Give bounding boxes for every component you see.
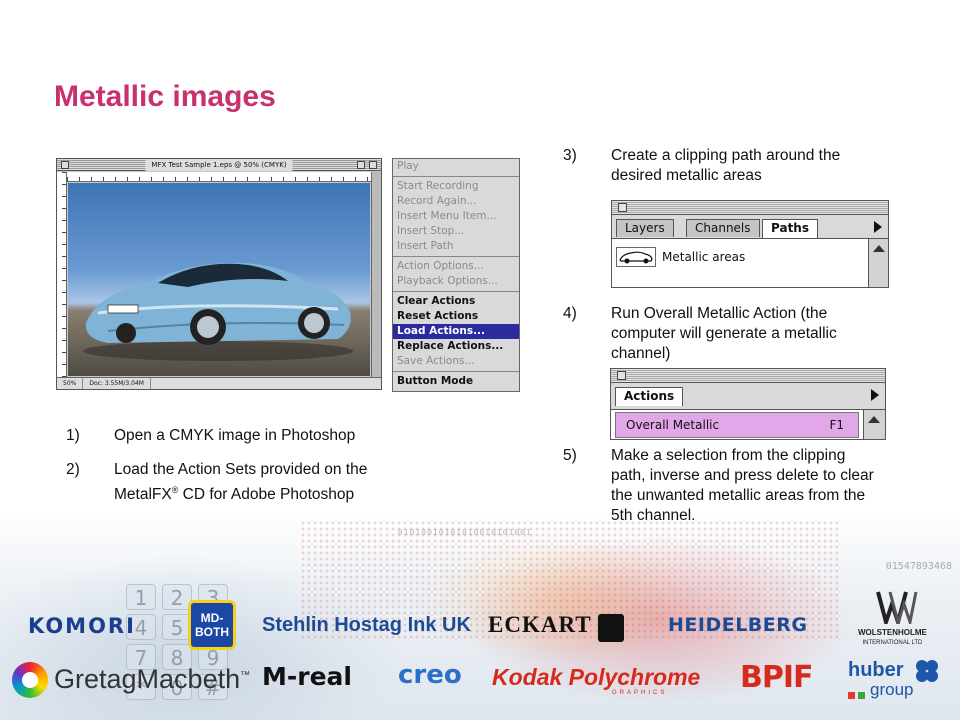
- menu-item-reset-actions[interactable]: Reset Actions: [393, 309, 519, 324]
- actions-panel: Actions Overall Metallic F1: [610, 368, 886, 440]
- paths-list: Metallic areas: [612, 238, 868, 287]
- komori-logo: KOMORI: [28, 614, 136, 638]
- huber-group-logo: huber group: [848, 659, 914, 699]
- stehlin-hostag-logo: Stehlin Hostag Ink UK: [262, 614, 471, 636]
- menu-item-save-actions: Save Actions...: [397, 355, 475, 367]
- eckart-mark-icon: [598, 614, 624, 642]
- actions-list: Overall Metallic F1: [611, 409, 863, 439]
- step-text: Open a CMYK image in Photoshop: [114, 427, 356, 444]
- vertical-scrollbar[interactable]: [371, 172, 381, 377]
- horizontal-ruler: [67, 172, 371, 182]
- keypad-key: 1: [126, 584, 156, 610]
- action-shortcut: F1: [829, 418, 844, 432]
- panel-scrollbar[interactable]: [868, 238, 888, 287]
- menu-item-load-actions[interactable]: Load Actions...: [393, 324, 519, 339]
- step-number: 2): [66, 461, 80, 478]
- menu-item-clear-actions[interactable]: Clear Actions: [393, 294, 519, 309]
- wolstenholme-mark-icon: [876, 591, 918, 624]
- menu-separator: [393, 254, 519, 259]
- photoshop-document-window: MFX Test Sample 1.eps @ 50% (CMYK) 50% Do…: [56, 158, 382, 390]
- menu-item-start-recording: Start Recording: [397, 180, 479, 192]
- action-item-overall-metallic[interactable]: Overall Metallic F1: [615, 412, 859, 438]
- doc-size: Doc: 3.55M/3.04M: [83, 378, 151, 389]
- paths-panel: Layers Channels Paths Metallic areas: [611, 200, 889, 288]
- step-number: 5): [563, 447, 577, 464]
- panel-tabs: Layers Channels Paths: [612, 215, 888, 238]
- menu-item-insert-stop: Insert Stop...: [397, 225, 465, 237]
- eckart-logo: ECKART: [488, 612, 592, 637]
- background-number-text: 01547893468: [885, 561, 952, 572]
- car-photo: [68, 183, 370, 376]
- step-text-line: Load the Action Sets provided on the: [114, 461, 368, 478]
- wolstenholme-logo: WOLSTENHOLME INTERNATIONAL LTD: [858, 628, 927, 646]
- creo-logo: creo: [398, 660, 462, 690]
- step-number: 4): [563, 305, 577, 322]
- step-number: 3): [563, 147, 577, 164]
- tab-layers[interactable]: Layers: [616, 219, 674, 237]
- scroll-up-icon[interactable]: [873, 245, 885, 252]
- path-name: Metallic areas: [662, 250, 746, 264]
- menu-item-play: Play: [397, 160, 419, 172]
- menu-item-record-again: Record Again...: [397, 195, 477, 207]
- tab-paths[interactable]: Paths: [762, 219, 818, 238]
- tab-actions[interactable]: Actions: [615, 387, 684, 406]
- gretagmacbeth-logo: GretagMacbeth™: [54, 664, 251, 694]
- panel-menu-arrow-icon[interactable]: [871, 389, 879, 401]
- menu-item-action-options: Action Options...: [397, 260, 484, 272]
- path-thumbnail-icon: [616, 247, 656, 267]
- slide-title: Metallic images: [54, 80, 276, 113]
- huber-square-green: [858, 692, 865, 699]
- menu-separator: [393, 369, 519, 374]
- kodak-polychrome-logo: Kodak Polychrome: [492, 664, 701, 690]
- step-text: Run Overall Metallic Action (the compute…: [611, 305, 837, 362]
- heidelberg-logo: HEIDELBERG: [668, 614, 808, 636]
- panel-scrollbar[interactable]: [863, 409, 885, 439]
- panel-titlebar[interactable]: [611, 369, 885, 383]
- menu-separator: [393, 174, 519, 179]
- step-text: Load the Action Sets provided on the Met…: [114, 460, 367, 505]
- car-image: [83, 262, 353, 361]
- m-real-logo: M-real: [262, 662, 352, 691]
- document-status-bar: 50% Doc: 3.55M/3.04M: [57, 377, 381, 389]
- tab-channels[interactable]: Channels: [686, 219, 760, 237]
- scroll-up-icon[interactable]: [868, 416, 880, 423]
- close-box-icon[interactable]: [618, 203, 627, 212]
- zoom-level[interactable]: 50%: [57, 378, 84, 389]
- collapse-box-icon[interactable]: [369, 161, 377, 169]
- actions-palette-menu: Play Start Recording Record Again... Insert…: [392, 158, 520, 392]
- zoom-box-icon[interactable]: [357, 161, 365, 169]
- step-text-line: CD for Adobe Photoshop: [178, 486, 355, 504]
- close-box-icon[interactable]: [61, 161, 69, 169]
- huber-flower-icon: [916, 660, 938, 682]
- step-text-line: MetalFX: [114, 486, 172, 504]
- background-binary-text: 01010010101010010101001: [398, 528, 532, 537]
- bpif-logo: BPIF: [740, 660, 814, 695]
- close-box-icon[interactable]: [617, 371, 626, 380]
- gretagmacbeth-ring-icon: [12, 662, 48, 698]
- panel-tabs: Actions: [611, 383, 885, 406]
- document-titlebar[interactable]: MFX Test Sample 1.eps @ 50% (CMYK): [57, 159, 381, 171]
- action-name: Overall Metallic: [626, 418, 720, 432]
- menu-item-button-mode[interactable]: Button Mode: [393, 374, 519, 389]
- menu-separator: [393, 289, 519, 294]
- menu-item-insert-menu-item: Insert Menu Item...: [397, 210, 497, 222]
- step-number: 1): [66, 427, 80, 444]
- menu-item-insert-path: Insert Path: [397, 240, 454, 252]
- menu-item-playback-options: Playback Options...: [397, 275, 498, 287]
- panel-titlebar[interactable]: [612, 201, 888, 215]
- panel-menu-arrow-icon[interactable]: [874, 221, 882, 233]
- step-text: Create a clipping path around the desire…: [611, 147, 841, 184]
- huber-square-red: [848, 692, 855, 699]
- step-text: Make a selection from the clipping path,…: [611, 447, 874, 524]
- menu-item-replace-actions[interactable]: Replace Actions...: [393, 339, 519, 354]
- document-title: MFX Test Sample 1.eps @ 50% (CMYK): [145, 159, 293, 171]
- kodak-polychrome-subtitle: GRAPHICS: [612, 690, 668, 696]
- md-both-logo: MD- BOTH: [188, 600, 236, 650]
- vertical-ruler: [57, 172, 67, 377]
